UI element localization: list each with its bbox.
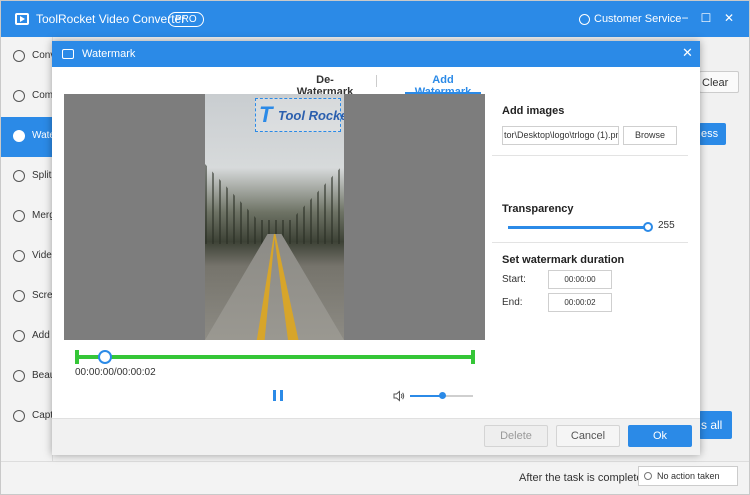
gif-icon bbox=[13, 250, 25, 262]
volume-thumb[interactable] bbox=[439, 392, 446, 399]
maximize-button[interactable]: ☐ bbox=[699, 11, 713, 25]
sidebar-item-watermark[interactable]: Watermark bbox=[1, 117, 53, 157]
watermark-settings-panel: Add images tor\Desktop\logo\trlogo (1).p… bbox=[492, 94, 688, 419]
sidebar-item-add-music[interactable]: Add Music bbox=[1, 317, 53, 357]
video-trees bbox=[205, 164, 344, 244]
transparency-value: 255 bbox=[658, 220, 675, 231]
title-bar: ToolRocket Video Converter PRO Customer … bbox=[1, 1, 749, 37]
sidebar-item-split[interactable]: Split bbox=[1, 157, 53, 197]
app-title: ToolRocket Video Converter bbox=[36, 12, 186, 26]
image-path-field[interactable]: tor\Desktop\logo\trlogo (1).png bbox=[502, 126, 619, 145]
after-task-value: No action taken bbox=[657, 471, 720, 481]
clear-button[interactable]: Clear bbox=[699, 71, 739, 93]
cancel-button[interactable]: Cancel bbox=[556, 425, 620, 447]
sidebar-item-label: Convert bbox=[32, 50, 53, 61]
timeline-end-marker[interactable] bbox=[471, 350, 475, 364]
sidebar-item-label: Screen Record bbox=[32, 290, 53, 301]
sidebar-item-compress[interactable]: Compress bbox=[1, 77, 53, 117]
time-readout: 00:00:00/00:00:02 bbox=[75, 367, 156, 378]
duration-heading: Set watermark duration bbox=[502, 254, 625, 266]
volume-icon[interactable] bbox=[393, 390, 405, 402]
watermark-icon bbox=[62, 49, 74, 59]
app-logo-icon bbox=[15, 13, 29, 25]
process-button[interactable]: ess bbox=[699, 123, 726, 145]
sidebar-item-label: Add Music bbox=[32, 330, 53, 341]
sidebar-item-beautify[interactable]: Beautify bbox=[1, 357, 53, 397]
after-task-select[interactable]: No action taken bbox=[638, 466, 738, 486]
browse-button[interactable]: Browse bbox=[623, 126, 677, 145]
sidebar: Convert Compress Watermark Split Merge V… bbox=[1, 37, 53, 461]
start-label: Start: bbox=[502, 274, 526, 285]
video-road bbox=[205, 234, 344, 340]
no-action-icon bbox=[644, 472, 652, 480]
end-time-input[interactable]: 00:00:02 bbox=[548, 293, 612, 312]
tab-de-watermark[interactable]: De- Watermark bbox=[287, 74, 363, 98]
tab-add-watermark[interactable]: Add Watermark bbox=[405, 74, 481, 98]
sidebar-item-screen-record[interactable]: Screen Record bbox=[1, 277, 53, 317]
sidebar-item-label: Watermark bbox=[32, 130, 53, 141]
sidebar-item-video-gif[interactable]: Video to GIF bbox=[1, 237, 53, 277]
video-frame: T Tool Rocket bbox=[205, 94, 344, 340]
compress-icon bbox=[13, 90, 25, 102]
watermark-logo-mark: T bbox=[259, 102, 273, 127]
dialog-title: Watermark bbox=[82, 48, 136, 60]
ok-button[interactable]: Ok bbox=[628, 425, 692, 447]
timeline-start-marker[interactable] bbox=[75, 350, 79, 364]
add-images-heading: Add images bbox=[502, 105, 565, 117]
start-time-input[interactable]: 00:00:00 bbox=[548, 270, 612, 289]
video-preview: T Tool Rocket bbox=[64, 94, 485, 340]
delete-button[interactable]: Delete bbox=[484, 425, 548, 447]
sidebar-item-label: Capture bbox=[32, 410, 53, 421]
sidebar-item-label: Compress bbox=[32, 90, 53, 101]
app-window: ToolRocket Video Converter PRO Customer … bbox=[0, 0, 750, 495]
watermark-dialog: Watermark ✕ De- Watermark Add Watermark … bbox=[52, 41, 700, 455]
sidebar-item-convert[interactable]: Convert bbox=[1, 37, 53, 77]
panel-divider bbox=[492, 242, 688, 243]
sidebar-item-capture[interactable]: Capture bbox=[1, 397, 53, 437]
sidebar-item-label: Merge bbox=[32, 210, 53, 221]
sidebar-item-label: Video to GIF bbox=[32, 250, 53, 261]
convert-icon bbox=[13, 50, 25, 62]
customer-service-link[interactable]: Customer Service bbox=[594, 13, 681, 25]
transparency-slider[interactable] bbox=[508, 222, 653, 233]
process-all-button[interactable]: s all bbox=[699, 411, 732, 439]
transparency-fill bbox=[508, 226, 648, 229]
timeline-slider[interactable] bbox=[75, 350, 475, 364]
watermark-overlay[interactable]: T Tool Rocket bbox=[255, 98, 344, 132]
panel-divider bbox=[492, 155, 688, 156]
capture-icon bbox=[13, 410, 25, 422]
end-label: End: bbox=[502, 297, 523, 308]
sidebar-item-label: Split bbox=[32, 170, 52, 181]
pro-badge: PRO bbox=[168, 12, 204, 27]
minimize-button[interactable]: − bbox=[678, 11, 692, 25]
transparency-heading: Transparency bbox=[502, 203, 574, 215]
timeline-handle[interactable] bbox=[98, 350, 112, 364]
timeline-track bbox=[77, 355, 473, 359]
beautify-icon bbox=[13, 370, 25, 382]
close-button[interactable]: ✕ bbox=[722, 11, 736, 25]
watermark-icon bbox=[13, 130, 25, 142]
watermark-logo-text: Tool Rocket bbox=[278, 108, 344, 123]
after-task-label: After the task is completed bbox=[519, 472, 649, 484]
sidebar-item-merge[interactable]: Merge bbox=[1, 197, 53, 237]
pause-button[interactable] bbox=[273, 390, 283, 401]
merge-icon bbox=[13, 210, 25, 222]
screen-record-icon bbox=[13, 290, 25, 302]
dialog-close-icon[interactable]: ✕ bbox=[682, 46, 693, 60]
sidebar-item-label: Beautify bbox=[32, 370, 53, 381]
tab-separator bbox=[376, 75, 377, 87]
dialog-footer: Delete Cancel Ok bbox=[52, 418, 700, 455]
music-icon bbox=[13, 330, 25, 342]
customer-service-icon[interactable] bbox=[579, 14, 590, 25]
transparency-thumb[interactable] bbox=[643, 222, 653, 232]
dialog-header: Watermark ✕ bbox=[52, 41, 700, 67]
volume-slider[interactable] bbox=[410, 392, 473, 399]
split-icon bbox=[13, 170, 25, 182]
volume-fill bbox=[410, 395, 442, 397]
bottom-bar: After the task is completed No action ta… bbox=[1, 461, 749, 494]
